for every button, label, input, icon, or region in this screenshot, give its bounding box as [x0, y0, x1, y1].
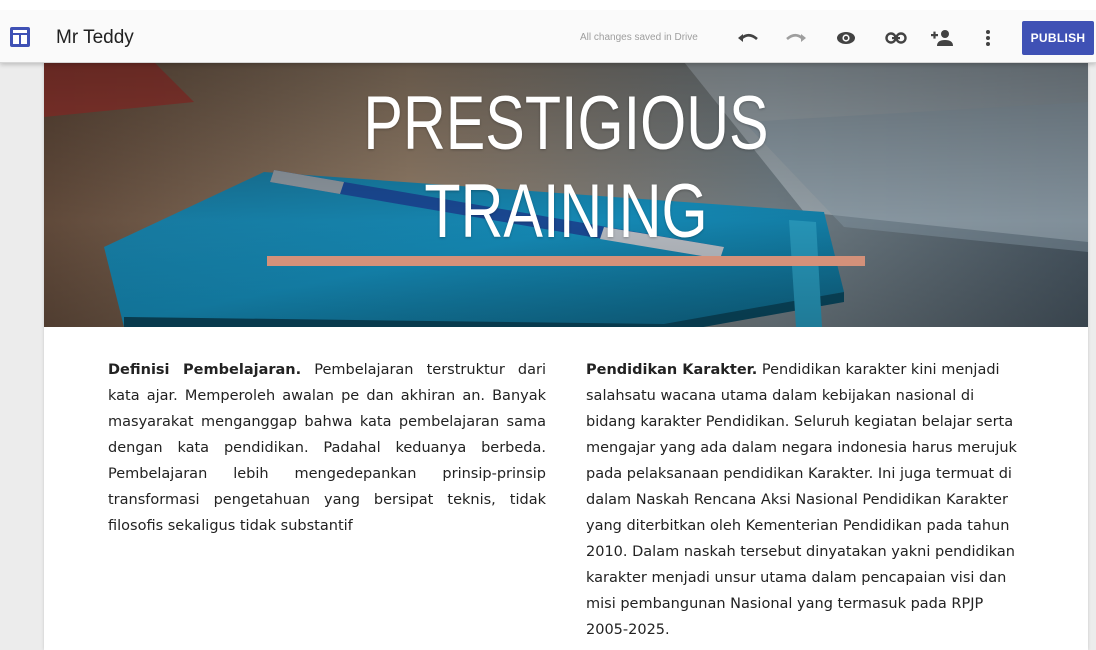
add-person-icon[interactable] [928, 25, 956, 51]
redo-icon[interactable] [782, 25, 810, 51]
hero-title-underline [267, 256, 865, 266]
browser-strip [0, 0, 1096, 10]
sites-layout-icon[interactable] [10, 27, 30, 47]
text-block-karakter[interactable]: Pendidikan Karakter. Pendidikan karakter… [586, 357, 1024, 643]
more-vert-icon[interactable] [974, 25, 1002, 51]
undo-icon[interactable] [734, 25, 762, 51]
hero-title-line2: TRAINING [424, 169, 708, 254]
definisi-body: Pembelajaran terstruktur dari kata ajar.… [108, 362, 546, 534]
save-status: All changes saved in Drive [580, 32, 698, 43]
karakter-body: Pendidikan karakter kini menjadi salahsa… [586, 362, 1017, 638]
hero-banner[interactable]: PRESTIGIOUS TRAINING [44, 62, 1088, 327]
hero-title[interactable]: PRESTIGIOUS TRAINING [159, 80, 973, 256]
text-block-definisi[interactable]: Definisi Pembelajaran. Pembelajaran ters… [108, 357, 546, 539]
top-app-bar: Mr Teddy All changes saved in Drive PUBL… [0, 0, 1096, 63]
hero-title-line1: PRESTIGIOUS [363, 81, 769, 166]
karakter-heading: Pendidikan Karakter. [586, 362, 758, 378]
link-icon[interactable] [882, 25, 910, 51]
preview-eye-icon[interactable] [832, 25, 860, 51]
site-page: PRESTIGIOUS TRAINING Definisi Pembelajar… [44, 62, 1088, 650]
publish-button[interactable]: PUBLISH [1022, 21, 1094, 55]
site-title[interactable]: Mr Teddy [56, 27, 134, 49]
definisi-heading: Definisi Pembelajaran. [108, 362, 302, 378]
